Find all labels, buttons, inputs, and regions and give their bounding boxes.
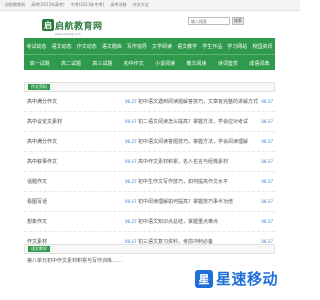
watermark-logo: 星 星速移动 xyxy=(195,268,278,289)
item-date: 06-27 xyxy=(125,219,137,224)
item-date: 06-27 xyxy=(125,119,137,124)
section-tag[interactable]: 作文资料 xyxy=(28,84,50,90)
list-item: 话题作文 06-27 初中生作文写作技巧，如何提高作文水平 06-27 xyxy=(24,172,275,192)
nav-item[interactable]: 成语词典 xyxy=(244,60,275,67)
item-date: 06-27 xyxy=(125,139,137,144)
nav-item[interactable]: 作文动态 xyxy=(74,43,99,50)
nav-item[interactable]: 学生作品 xyxy=(200,43,225,50)
nav-item[interactable]: 校园资讯 xyxy=(250,43,275,50)
nav-item[interactable]: 语文教学 xyxy=(175,43,200,50)
category-link[interactable]: 高中叙事作文 xyxy=(24,158,125,165)
item-date: 06-27 xyxy=(125,99,137,104)
nav-item[interactable]: 高一试题 xyxy=(24,60,55,67)
section-header: 作文资料 xyxy=(24,82,275,92)
article-link[interactable]: 初中语文遇到阅读题解答技巧，文章有完整的讲解方式 xyxy=(138,98,261,105)
item-date: 06-27 xyxy=(261,219,273,224)
nav-item[interactable]: 考试动态 xyxy=(24,43,49,50)
category-link[interactable]: 看图写话 xyxy=(24,198,125,205)
nav-item[interactable]: 高二试题 xyxy=(55,60,86,67)
search-input[interactable] xyxy=(188,17,230,25)
watermark-icon: 星 xyxy=(195,269,213,288)
nav-item[interactable]: 学习网站 xyxy=(225,43,250,50)
search-button[interactable]: 搜索 xyxy=(232,17,244,25)
logo-subtitle: www.qihang.com xyxy=(55,32,81,36)
site-logo[interactable]: 启 启航教育网 xyxy=(42,17,103,33)
article-link[interactable]: 初中阅读理解如何提高？掌握技巧事半功倍 xyxy=(138,198,261,205)
category-link[interactable]: 高中满分作文 xyxy=(24,138,125,145)
nav-item[interactable]: 语文题库 xyxy=(99,43,124,50)
article-section: 作文资料 高中满分作文 06-27 初中语文遇到阅读题解答技巧，文章有完整的讲解… xyxy=(24,82,275,252)
list-item: 想象作文 06-27 初中语文知识点总结，掌握重点难点 06-27 xyxy=(24,212,275,232)
logo-icon: 启 xyxy=(42,19,54,31)
category-link[interactable]: 高中议论文素材 xyxy=(24,118,125,125)
nav-row-2: 高一试题 高二试题 高三试题 初中作文 小说阅读 散文阅读 诗词鉴赏 成语词典 xyxy=(24,54,275,71)
list-item: 高中议论文素材 06-27 初二语文阅读怎么提高？掌握方法，学会应对考试 06-… xyxy=(24,112,275,132)
nav-item[interactable]: 诗词鉴赏 xyxy=(212,60,243,67)
section-intro[interactable]: 第八单元初中作文素材积累与写作训练…… xyxy=(24,254,275,269)
nav-item[interactable]: 初中作文 xyxy=(118,60,149,67)
top-bar: 启航教育网 高考(2013年高考) 中考(2013年中考) 高考试卷 作文大全 xyxy=(0,0,300,11)
item-date: 06-27 xyxy=(261,179,273,184)
article-link[interactable]: 初中生作文写作技巧，如何提高作文水平 xyxy=(138,178,261,185)
list-item: 高中满分作文 06-27 初中语文遇到阅读题解答技巧，文章有完整的讲解方式 06… xyxy=(24,92,275,112)
topbar-link[interactable]: 高考(2013年高考) xyxy=(31,0,64,10)
nav-item[interactable]: 写作指导 xyxy=(124,43,149,50)
list-item: 看图写话 06-27 初中阅读理解如何提高？掌握技巧事半功倍 06-27 xyxy=(24,192,275,212)
topbar-link[interactable]: 中考(2013年中考) xyxy=(71,0,104,10)
teaching-section: 语文教学 第八单元初中作文素材积累与写作训练…… xyxy=(24,244,275,269)
article-link[interactable]: 初中语文知识点总结，掌握重点难点 xyxy=(138,218,261,225)
article-link[interactable]: 高中作文素材积累，名人名言与经典素材 xyxy=(138,158,261,165)
category-link[interactable]: 话题作文 xyxy=(24,178,125,185)
main-nav: 考试动态 语文动态 作文动态 语文题库 写作指导 文学阅读 语文教学 学生作品 … xyxy=(24,38,275,70)
section-tag[interactable]: 语文教学 xyxy=(28,246,50,252)
topbar-link[interactable]: 高考试卷 xyxy=(110,0,126,10)
list-item: 高中满分作文 06-27 初中语文阅读答题技巧，掌握方法，学会阅读理解 06-2… xyxy=(24,132,275,152)
nav-item[interactable]: 小说阅读 xyxy=(150,60,181,67)
item-date: 06-27 xyxy=(261,199,273,204)
topbar-link[interactable]: 作文大全 xyxy=(133,0,149,10)
nav-item[interactable]: 语文动态 xyxy=(49,43,74,50)
nav-item[interactable]: 散文阅读 xyxy=(181,60,212,67)
item-date: 06-27 xyxy=(125,199,137,204)
item-date: 06-27 xyxy=(261,159,273,164)
article-link[interactable]: 初二语文阅读怎么提高？掌握方法，学会应对考试 xyxy=(138,118,261,125)
category-link[interactable]: 高中满分作文 xyxy=(24,98,125,105)
item-date: 06-27 xyxy=(125,159,137,164)
category-link[interactable]: 想象作文 xyxy=(24,218,125,225)
item-date: 06-27 xyxy=(261,99,273,104)
watermark-text: 星速移动 xyxy=(216,270,279,288)
item-date: 06-27 xyxy=(261,119,273,124)
section-header: 语文教学 xyxy=(24,244,275,254)
topbar-link[interactable]: 启航教育网 xyxy=(5,0,25,10)
list-item: 高中叙事作文 06-27 高中作文素材积累，名人名言与经典素材 06-27 xyxy=(24,152,275,172)
article-link[interactable]: 初中语文阅读答题技巧，掌握方法，学会阅读理解 xyxy=(138,138,261,145)
nav-item[interactable]: 高三试题 xyxy=(87,60,118,67)
nav-item[interactable]: 文学阅读 xyxy=(149,43,174,50)
item-date: 06-27 xyxy=(261,139,273,144)
item-date: 06-27 xyxy=(125,179,137,184)
logo-text: 启航教育网 xyxy=(55,21,103,32)
nav-row-1: 考试动态 语文动态 作文动态 语文题库 写作指导 文学阅读 语文教学 学生作品 … xyxy=(24,38,275,54)
